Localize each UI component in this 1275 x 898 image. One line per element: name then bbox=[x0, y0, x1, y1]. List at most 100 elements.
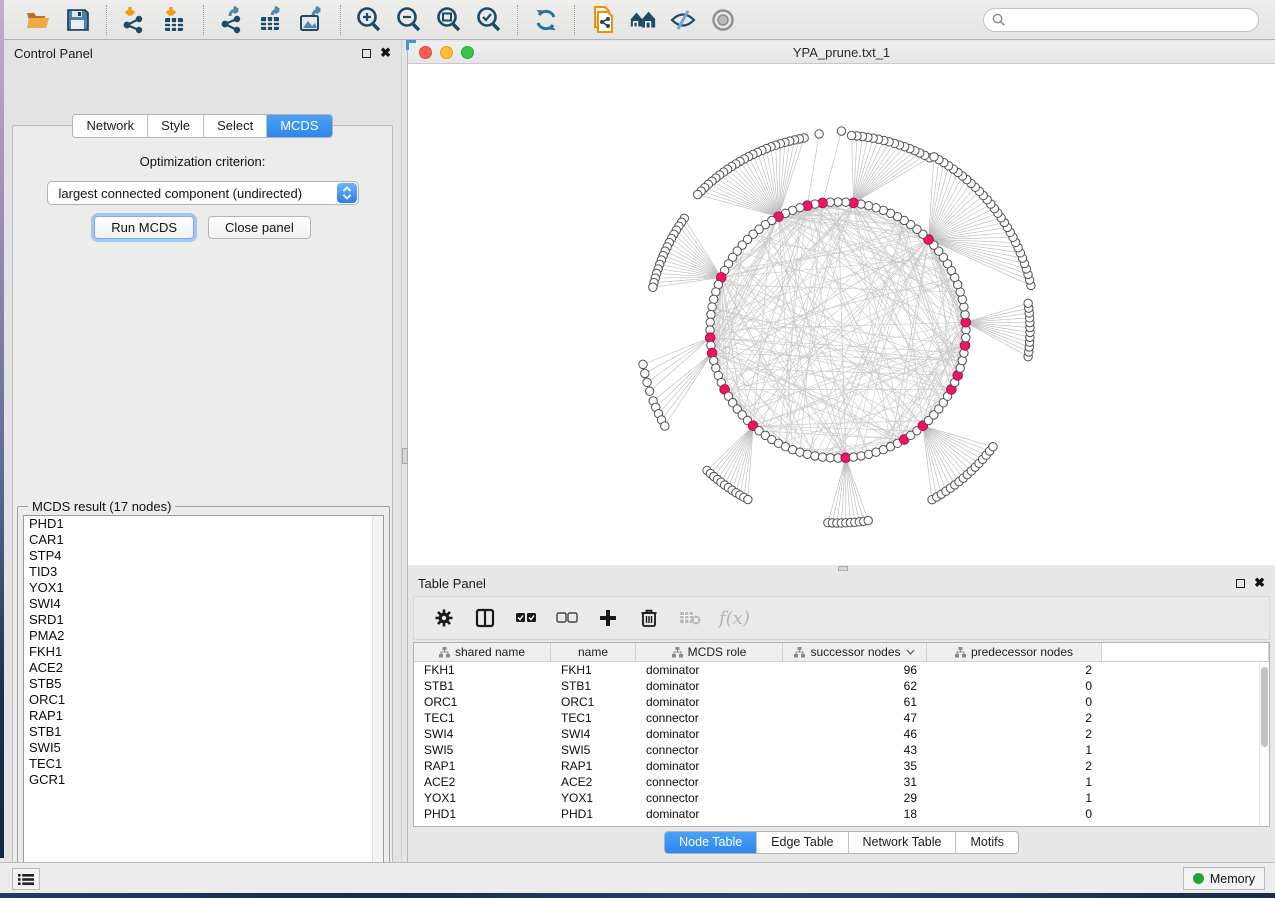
tab-style[interactable]: Style bbox=[148, 115, 204, 137]
table-cell[interactable]: dominator bbox=[636, 759, 783, 773]
memory-button[interactable]: Memory bbox=[1183, 867, 1265, 890]
table-cell[interactable]: STB1 bbox=[551, 679, 636, 693]
mcds-result-item[interactable]: GCR1 bbox=[24, 772, 383, 788]
table-cell[interactable]: YOX1 bbox=[414, 791, 551, 805]
tab-network[interactable]: Network bbox=[73, 115, 148, 137]
zoom-fit-icon[interactable] bbox=[435, 6, 463, 34]
import-network-icon[interactable] bbox=[121, 6, 149, 34]
table-cell[interactable]: PHD1 bbox=[414, 807, 551, 821]
table-row[interactable]: ACE2ACE2connector311 bbox=[414, 774, 1269, 790]
table-cell[interactable]: 18 bbox=[783, 807, 927, 821]
table-cell[interactable]: connector bbox=[636, 775, 783, 789]
table-cell[interactable]: dominator bbox=[636, 679, 783, 693]
tab-node-table[interactable]: Node Table bbox=[665, 832, 757, 853]
table-cell[interactable]: FKH1 bbox=[414, 663, 551, 677]
mcds-result-item[interactable]: STB5 bbox=[24, 676, 383, 692]
table-cell[interactable]: SWI4 bbox=[551, 727, 636, 741]
table-cell[interactable]: TEC1 bbox=[551, 711, 636, 725]
table-cell[interactable]: 62 bbox=[783, 679, 927, 693]
deselect-all-icon[interactable] bbox=[555, 606, 579, 630]
mcds-result-item[interactable]: PMA2 bbox=[24, 628, 383, 644]
column-header-name[interactable]: name bbox=[551, 643, 636, 661]
float-table-panel-icon[interactable] bbox=[1236, 579, 1245, 588]
column-header-shared-name[interactable]: shared name bbox=[414, 643, 551, 661]
table-cell[interactable]: STB1 bbox=[414, 679, 551, 693]
table-cell[interactable]: dominator bbox=[636, 727, 783, 741]
mcds-list-scrollbar[interactable] bbox=[372, 516, 383, 870]
mcds-result-item[interactable]: ACE2 bbox=[24, 660, 383, 676]
vertical-splitter[interactable] bbox=[401, 40, 408, 862]
network-graph-canvas[interactable] bbox=[408, 64, 1275, 564]
table-cell[interactable]: ACE2 bbox=[551, 775, 636, 789]
table-row[interactable]: RAP1RAP1dominator352 bbox=[414, 758, 1269, 774]
table-cell[interactable]: RAP1 bbox=[414, 759, 551, 773]
table-cell[interactable]: dominator bbox=[636, 663, 783, 677]
table-cell[interactable]: FKH1 bbox=[551, 663, 636, 677]
table-scrollbar[interactable] bbox=[1259, 663, 1269, 826]
mcds-result-item[interactable]: RAP1 bbox=[24, 708, 383, 724]
table-scrollbar-thumb[interactable] bbox=[1261, 667, 1268, 747]
table-cell[interactable]: connector bbox=[636, 791, 783, 805]
table-cell[interactable]: SWI4 bbox=[414, 727, 551, 741]
table-cell[interactable]: 0 bbox=[927, 807, 1102, 821]
table-cell[interactable]: YOX1 bbox=[551, 791, 636, 805]
save-session-icon[interactable] bbox=[64, 6, 92, 34]
mcds-result-item[interactable]: STB1 bbox=[24, 724, 383, 740]
table-cell[interactable]: ACE2 bbox=[414, 775, 551, 789]
search-box[interactable] bbox=[983, 8, 1259, 32]
zoom-selected-icon[interactable] bbox=[475, 6, 503, 34]
mcds-result-item[interactable]: YOX1 bbox=[24, 580, 383, 596]
mcds-result-item[interactable]: SWI4 bbox=[24, 596, 383, 612]
table-cell[interactable]: dominator bbox=[636, 807, 783, 821]
table-row[interactable]: SWI5SWI5connector431 bbox=[414, 742, 1269, 758]
refresh-layout-icon[interactable] bbox=[532, 6, 560, 34]
table-cell[interactable]: 29 bbox=[783, 791, 927, 805]
table-cell[interactable]: SWI5 bbox=[551, 743, 636, 757]
search-input[interactable] bbox=[1011, 13, 1250, 27]
table-cell[interactable]: ORC1 bbox=[551, 695, 636, 709]
table-cell[interactable]: 0 bbox=[927, 695, 1102, 709]
table-cell[interactable]: 96 bbox=[783, 663, 927, 677]
mcds-result-item[interactable]: CAR1 bbox=[24, 532, 383, 548]
table-cell[interactable]: 2 bbox=[927, 727, 1102, 741]
table-cell[interactable]: 61 bbox=[783, 695, 927, 709]
table-cell[interactable]: connector bbox=[636, 711, 783, 725]
column-header-MCDS-role[interactable]: MCDS role bbox=[636, 643, 783, 661]
column-header-successor-nodes[interactable]: successor nodes bbox=[783, 643, 927, 661]
table-cell[interactable]: 31 bbox=[783, 775, 927, 789]
select-all-icon[interactable] bbox=[514, 606, 538, 630]
table-cell[interactable]: 1 bbox=[927, 791, 1102, 805]
hide-selected-eye-icon[interactable] bbox=[669, 6, 697, 34]
mcds-result-item[interactable]: SRD1 bbox=[24, 612, 383, 628]
tab-select[interactable]: Select bbox=[204, 115, 267, 137]
close-panel-icon[interactable]: ✖ bbox=[380, 48, 391, 58]
settings-gear-icon[interactable] bbox=[432, 606, 456, 630]
table-cell[interactable]: dominator bbox=[636, 695, 783, 709]
add-column-icon[interactable] bbox=[596, 606, 620, 630]
open-file-icon[interactable] bbox=[24, 6, 52, 34]
mcds-result-item[interactable]: FKH1 bbox=[24, 644, 383, 660]
table-cell[interactable]: SWI5 bbox=[414, 743, 551, 757]
show-eye-icon[interactable] bbox=[709, 6, 737, 34]
table-row[interactable]: ORC1ORC1dominator610 bbox=[414, 694, 1269, 710]
table-cell[interactable]: PHD1 bbox=[551, 807, 636, 821]
horizontal-splitter[interactable] bbox=[408, 565, 1275, 572]
table-row[interactable]: STB1STB1dominator620 bbox=[414, 678, 1269, 694]
mcds-result-item[interactable]: TEC1 bbox=[24, 756, 383, 772]
table-cell[interactable]: 0 bbox=[927, 679, 1102, 693]
table-row[interactable]: YOX1YOX1connector291 bbox=[414, 790, 1269, 806]
close-panel-button[interactable]: Close panel bbox=[208, 216, 311, 239]
tab-network-table[interactable]: Network Table bbox=[849, 832, 957, 853]
network-window-titlebar[interactable]: YPA_prune.txt_1 bbox=[408, 42, 1275, 64]
export-image-icon[interactable] bbox=[298, 6, 326, 34]
table-cell[interactable]: 43 bbox=[783, 743, 927, 757]
mcds-result-item[interactable]: PHD1 bbox=[24, 516, 383, 532]
export-table-icon[interactable] bbox=[258, 6, 286, 34]
table-cell[interactable]: 2 bbox=[927, 759, 1102, 773]
export-web-page-icon[interactable] bbox=[589, 6, 617, 34]
table-cell[interactable]: TEC1 bbox=[414, 711, 551, 725]
export-network-icon[interactable] bbox=[218, 6, 246, 34]
table-cell[interactable]: 1 bbox=[927, 775, 1102, 789]
table-cell[interactable]: 47 bbox=[783, 711, 927, 725]
show-columns-icon[interactable] bbox=[473, 606, 497, 630]
